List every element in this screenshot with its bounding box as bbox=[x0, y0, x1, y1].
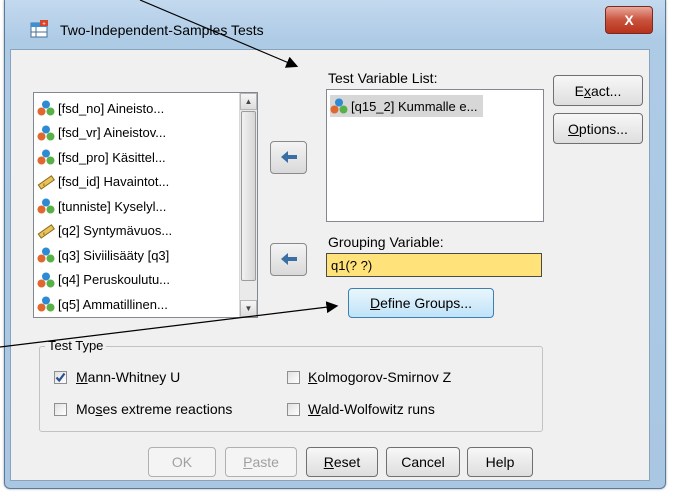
exact-button[interactable]: Exact... bbox=[553, 75, 643, 106]
variable-list-item[interactable]: [q2] Syntymävuos... bbox=[37, 220, 172, 242]
mann-whitney-label: Mann-Whitney U bbox=[76, 369, 181, 385]
help-label: Help bbox=[485, 454, 515, 470]
variable-list-item[interactable]: [q5] Ammatillinen... bbox=[37, 293, 168, 315]
moses-extreme-checkbox[interactable] bbox=[54, 403, 67, 416]
variable-list-item[interactable]: [q3] Siviilisääty [q3] bbox=[37, 244, 169, 266]
variable-label: [q4] Peruskoulutu... bbox=[58, 272, 171, 287]
app-icon: + bbox=[30, 20, 48, 38]
checkmark-icon bbox=[55, 372, 66, 383]
cancel-label: Cancel bbox=[401, 454, 445, 470]
variable-list-item[interactable]: [fsd_id] Havaintot... bbox=[37, 171, 169, 193]
variable-list-item[interactable]: [fsd_no] Aineisto... bbox=[37, 97, 164, 119]
variable-label: [fsd_id] Havaintot... bbox=[58, 174, 170, 189]
ok-label: OK bbox=[171, 454, 193, 470]
reset-button[interactable]: Reset bbox=[306, 447, 378, 477]
exact-label-rest: act... bbox=[590, 82, 622, 99]
nominal-variable-icon bbox=[37, 296, 55, 312]
variable-list-item[interactable]: [tunniste] Kyselyl... bbox=[37, 195, 166, 217]
exact-label: Exact... bbox=[574, 82, 622, 99]
nominal-variable-icon bbox=[37, 247, 55, 263]
test-variable-list-label: Test Variable List: bbox=[328, 70, 438, 86]
scale-variable-icon bbox=[37, 223, 55, 239]
test-variable-label: [q15_2] Kummalle e... bbox=[351, 98, 478, 114]
arrow-right-icon bbox=[280, 150, 297, 163]
options-label-rest: ptions... bbox=[578, 120, 628, 137]
variable-label: [fsd_vr] Aineistov... bbox=[58, 125, 167, 140]
paste-button[interactable]: Paste bbox=[225, 447, 297, 477]
nominal-variable-icon bbox=[37, 100, 55, 116]
scroll-up-icon[interactable]: ▲ bbox=[240, 93, 257, 110]
mann-whitney-checkbox[interactable] bbox=[54, 371, 67, 384]
define-groups-text: efine Groups... bbox=[380, 295, 472, 311]
options-label: Options... bbox=[568, 120, 628, 137]
grouping-variable-value: q1(? ?) bbox=[331, 257, 373, 273]
wald-wolfowitz-label: Wald-Wolfowitz runs bbox=[308, 401, 435, 417]
title-bar[interactable]: + Two-Independent-Samples Tests X bbox=[5, 0, 665, 40]
ok-button[interactable]: OK bbox=[148, 447, 216, 477]
close-button[interactable]: X bbox=[605, 6, 653, 34]
close-icon: X bbox=[624, 12, 634, 28]
options-button[interactable]: Options... bbox=[553, 113, 643, 144]
nominal-variable-icon bbox=[37, 149, 55, 165]
scale-variable-icon bbox=[37, 174, 55, 190]
moses-extreme-label: Moses extreme reactions bbox=[76, 401, 233, 417]
grouping-variable-label: Grouping Variable: bbox=[328, 234, 444, 250]
test-type-title: Test Type bbox=[45, 338, 107, 353]
reset-label: Reset bbox=[323, 454, 361, 470]
cancel-button[interactable]: Cancel bbox=[386, 447, 460, 477]
nominal-variable-icon bbox=[37, 272, 55, 287]
kolmogorov-smirnov-label: Kolmogorov-Smirnov Z bbox=[308, 369, 452, 385]
source-variable-list[interactable]: [fsd_no] Aineisto... [fsd_vr] Aineistov..… bbox=[33, 92, 258, 318]
scroll-down-icon[interactable]: ▼ bbox=[240, 300, 257, 317]
window-title: Two-Independent-Samples Tests bbox=[60, 22, 264, 38]
variable-label: [q3] Siviilisääty [q3] bbox=[58, 247, 170, 263]
nominal-variable-icon bbox=[330, 98, 348, 114]
define-groups-button[interactable]: Define Groups... bbox=[348, 288, 494, 318]
move-to-grouping-button[interactable] bbox=[270, 243, 307, 276]
move-to-test-list-button[interactable] bbox=[270, 141, 307, 174]
variable-label: [tunniste] Kyselyl... bbox=[58, 198, 167, 214]
arrow-right-icon bbox=[280, 252, 297, 265]
svg-text:+: + bbox=[42, 22, 46, 28]
test-type-group: Test Type bbox=[39, 338, 543, 432]
variable-list-item[interactable]: [fsd_vr] Aineistov... bbox=[37, 122, 166, 144]
test-variable-item[interactable]: [q15_2] Kummalle e... bbox=[330, 95, 484, 117]
wald-wolfowitz-checkbox[interactable] bbox=[287, 403, 300, 416]
scroll-thumb[interactable] bbox=[241, 111, 256, 281]
variable-list-item[interactable]: [fsd_pro] Käsittel... bbox=[37, 146, 166, 168]
variable-label: [fsd_pro] Käsittel... bbox=[58, 149, 166, 165]
variable-label: [q2] Syntymävuos... bbox=[58, 223, 173, 238]
nominal-variable-icon bbox=[37, 125, 55, 140]
kolmogorov-smirnov-checkbox[interactable] bbox=[287, 371, 300, 384]
test-variable-list[interactable]: [q15_2] Kummalle e... bbox=[326, 89, 544, 222]
paste-label: Paste bbox=[243, 454, 279, 470]
variable-list-scrollbar[interactable]: ▲ ▼ bbox=[239, 93, 257, 317]
variable-label: [fsd_no] Aineisto... bbox=[58, 100, 165, 116]
help-button[interactable]: Help bbox=[467, 447, 533, 477]
define-groups-label: Define Groups... bbox=[370, 295, 472, 311]
grouping-variable-field[interactable]: q1(? ?) bbox=[326, 253, 542, 277]
variable-list-item[interactable]: [q4] Peruskoulutu... bbox=[37, 269, 170, 291]
variable-label: [q5] Ammatillinen... bbox=[58, 296, 168, 312]
nominal-variable-icon bbox=[37, 198, 55, 214]
